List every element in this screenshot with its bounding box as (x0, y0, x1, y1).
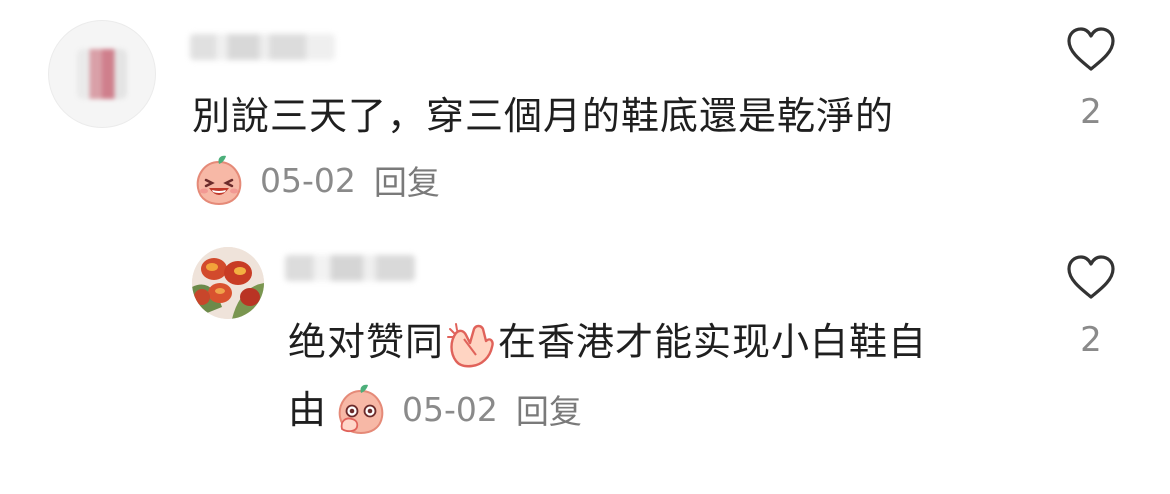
username-blurred[interactable] (190, 34, 335, 60)
comment-text-line1: 绝对赞同 在香港才能实现小白鞋自 (288, 310, 927, 374)
avatar-image (192, 247, 264, 319)
reply-button[interactable]: 回复 (374, 156, 440, 204)
comment-meta: 05-02 回复 (192, 154, 440, 206)
reply-button[interactable]: 回复 (516, 385, 582, 433)
comment-text-part: 由 (288, 388, 328, 432)
comment-text: 別說三天了，穿三個月的鞋底還是乾淨的 (192, 94, 895, 138)
comment-meta: 05-02 回复 (334, 383, 582, 435)
username-blurred[interactable] (285, 255, 415, 281)
like-heart-icon[interactable] (1064, 24, 1118, 74)
like-heart-icon[interactable] (1064, 252, 1118, 302)
laughing-peach-icon (196, 155, 242, 206)
clapping-hands-icon (447, 322, 494, 367)
comment-date: 05-02 (402, 389, 498, 429)
like-count: 2 (1080, 320, 1102, 360)
comment-date: 05-02 (260, 160, 356, 200)
covering-mouth-peach-icon (338, 384, 384, 435)
comment-text-part: 绝对赞同 (288, 320, 445, 364)
avatar[interactable] (192, 247, 264, 319)
comment-text-line2: 由 (288, 378, 327, 442)
avatar[interactable] (48, 20, 156, 128)
avatar-image (77, 49, 127, 99)
comment-text-part: 在香港才能实现小白鞋自 (498, 320, 928, 364)
like-count: 2 (1080, 92, 1102, 132)
